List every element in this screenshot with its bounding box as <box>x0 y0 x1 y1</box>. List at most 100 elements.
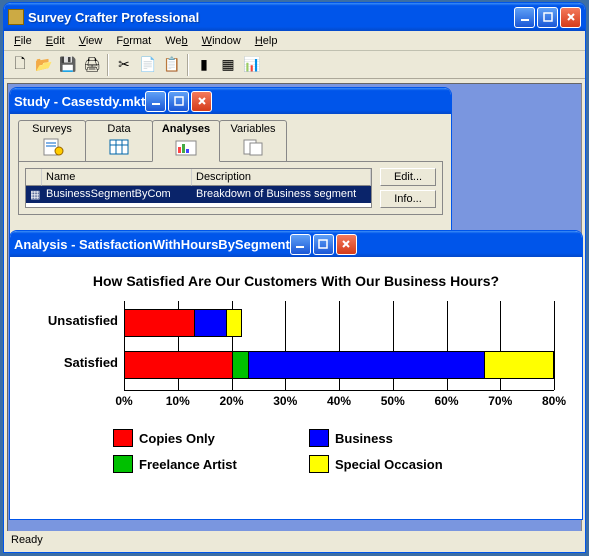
chart-icon: 📊 <box>243 56 260 73</box>
row-desc: Breakdown of Business segment <box>192 186 371 203</box>
study-title: Study - Casestdy.mkt <box>14 94 145 109</box>
app-minimize-button[interactable] <box>514 7 535 28</box>
menu-web[interactable]: Web <box>159 33 193 49</box>
chart-x-axis: 0%10%20%30%40%50%60%70%80% <box>124 391 554 409</box>
legend-label: Copies Only <box>139 431 215 446</box>
menu-window[interactable]: Window <box>196 33 247 49</box>
tab-data[interactable]: Data <box>85 120 153 162</box>
legend-swatch <box>309 429 329 447</box>
tab-surveys-label: Surveys <box>23 123 81 135</box>
app-icon <box>8 9 24 25</box>
table-icon: ▦ <box>221 56 234 73</box>
print-icon: 🖨 <box>83 56 101 73</box>
chart-button[interactable]: 📊 <box>240 53 264 77</box>
analysis-button[interactable]: ▮ <box>192 53 216 77</box>
legend-item: Freelance Artist <box>113 455 283 473</box>
paste-button[interactable]: 📋 <box>160 53 184 77</box>
tab-analyses[interactable]: Analyses <box>152 120 220 162</box>
save-button[interactable]: 💾 <box>56 53 80 77</box>
table-button[interactable]: ▦ <box>216 53 240 77</box>
tab-variables-label: Variables <box>224 123 282 135</box>
new-icon: 🗋 <box>14 53 25 77</box>
chart-x-tick: 30% <box>273 394 297 408</box>
tab-surveys[interactable]: Surveys <box>18 120 86 162</box>
chart-x-tick: 20% <box>219 394 243 408</box>
print-button[interactable]: 🖨 <box>80 53 104 77</box>
menu-format[interactable]: Format <box>110 33 157 49</box>
chart-title: How Satisfied Are Our Customers With Our… <box>28 273 564 289</box>
copy-button[interactable]: 📄 <box>136 53 160 77</box>
list-header: Name Description <box>25 168 372 186</box>
legend-swatch <box>309 455 329 473</box>
info-button[interactable]: Info... <box>380 190 436 208</box>
variables-icon <box>241 137 265 157</box>
analysis-minimize-button[interactable] <box>290 234 311 255</box>
chart-x-tick: 40% <box>327 394 351 408</box>
chart-x-tick: 60% <box>434 394 458 408</box>
chart-bar-row <box>124 351 554 379</box>
app-maximize-button[interactable] <box>537 7 558 28</box>
menu-file[interactable]: File <box>8 33 38 49</box>
legend-item: Copies Only <box>113 429 283 447</box>
menu-edit[interactable]: Edit <box>40 33 71 49</box>
chart-bar-segment <box>124 351 232 379</box>
copy-icon: 📄 <box>139 56 156 73</box>
study-maximize-button[interactable] <box>168 91 189 112</box>
menu-bar: File Edit View Format Web Window Help <box>4 31 585 51</box>
legend-label: Business <box>335 431 393 446</box>
chart-y-label: Unsatisfied <box>28 313 118 328</box>
menu-view[interactable]: View <box>73 33 109 49</box>
toolbar-separator <box>187 54 189 76</box>
app-title: Survey Crafter Professional <box>28 10 514 25</box>
col-desc-header[interactable]: Description <box>192 169 371 186</box>
status-text: Ready <box>11 534 43 546</box>
col-icon-header[interactable] <box>26 169 42 186</box>
list-body: ▦ BusinessSegmentByCom Breakdown of Busi… <box>25 186 372 208</box>
surveys-icon <box>40 137 64 157</box>
paste-icon: 📋 <box>163 56 180 73</box>
app-window-buttons <box>514 7 581 28</box>
study-minimize-button[interactable] <box>145 91 166 112</box>
chart-bar-segment <box>194 309 226 337</box>
chart-area: How Satisfied Are Our Customers With Our… <box>10 257 582 519</box>
chart-x-tick: 80% <box>542 394 566 408</box>
chart-x-tick: 50% <box>381 394 405 408</box>
analysis-close-button[interactable] <box>336 234 357 255</box>
legend-label: Special Occasion <box>335 457 443 472</box>
status-bar: Ready <box>7 531 582 549</box>
app-title-bar: Survey Crafter Professional <box>4 3 585 31</box>
study-close-button[interactable] <box>191 91 212 112</box>
study-window-buttons <box>145 91 212 112</box>
chart-plot: UnsatisfiedSatisfied <box>124 301 554 391</box>
analysis-maximize-button[interactable] <box>313 234 334 255</box>
study-title-bar: Study - Casestdy.mkt <box>10 88 451 114</box>
legend-item: Special Occasion <box>309 455 479 473</box>
col-name-header[interactable]: Name <box>42 169 192 186</box>
open-button[interactable]: 📂 <box>32 53 56 77</box>
analyses-list[interactable]: Name Description ▦ BusinessSegmentByCom … <box>25 168 372 208</box>
list-row[interactable]: ▦ BusinessSegmentByCom Breakdown of Busi… <box>26 186 371 203</box>
chart-gridline <box>554 301 555 390</box>
tab-variables[interactable]: Variables <box>219 120 287 162</box>
chart-bar-segment <box>226 309 242 337</box>
chart-y-label: Satisfied <box>28 355 118 370</box>
chart-x-tick: 0% <box>115 394 132 408</box>
tab-analyses-label: Analyses <box>157 123 215 135</box>
menu-help[interactable]: Help <box>249 33 284 49</box>
chart-bar-segment <box>248 351 485 379</box>
chart-bar-row <box>124 309 242 337</box>
legend-swatch <box>113 429 133 447</box>
analyses-icon <box>174 137 198 157</box>
cut-button[interactable]: ✂ <box>112 53 136 77</box>
list-action-buttons: Edit... Info... <box>380 168 436 208</box>
analysis-window-buttons <box>290 234 357 255</box>
new-button[interactable]: 🗋 <box>8 53 32 77</box>
analyses-tab-content: Name Description ▦ BusinessSegmentByCom … <box>18 161 443 215</box>
legend-swatch <box>113 455 133 473</box>
toolbar: 🗋 📂 💾 🖨 ✂ 📄 📋 ▮ ▦ 📊 <box>4 51 585 79</box>
analysis-window: Analysis - SatisfactionWithHoursBySegmen… <box>9 230 583 520</box>
app-close-button[interactable] <box>560 7 581 28</box>
edit-button[interactable]: Edit... <box>380 168 436 186</box>
data-icon <box>107 137 131 157</box>
row-icon: ▦ <box>26 186 42 203</box>
